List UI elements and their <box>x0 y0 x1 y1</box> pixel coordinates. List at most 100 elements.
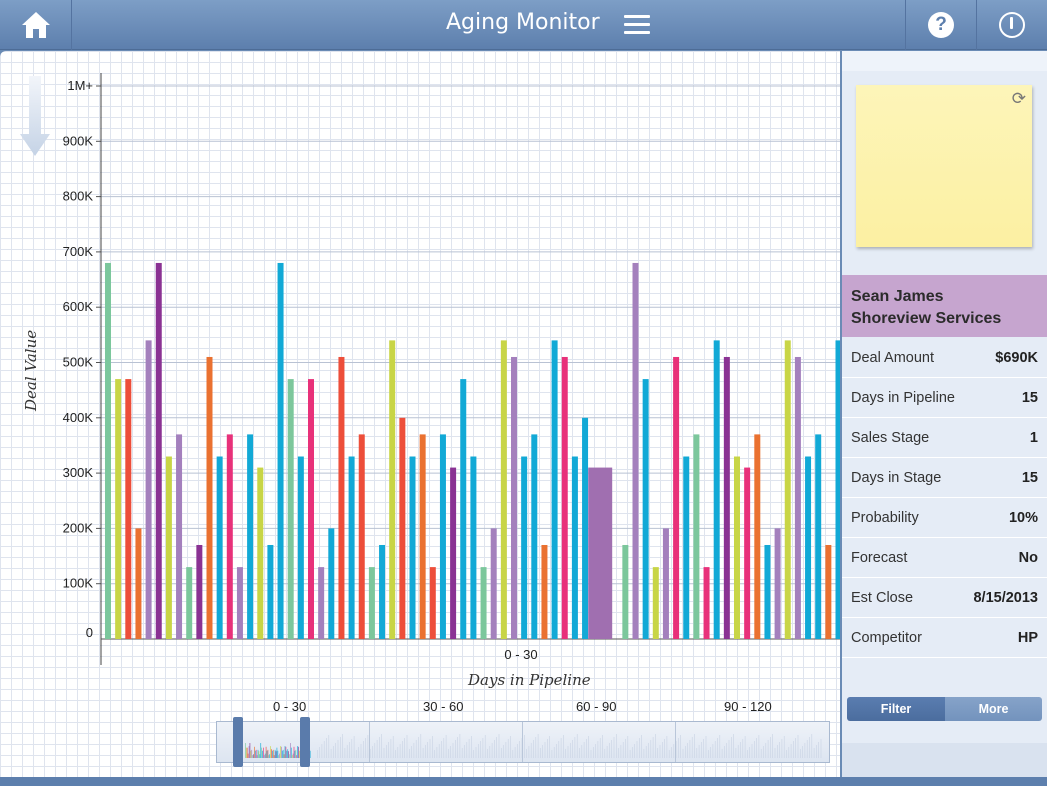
home-button[interactable] <box>0 0 72 50</box>
bar[interactable] <box>642 379 649 639</box>
bar[interactable] <box>115 379 122 639</box>
navigator-bar <box>445 735 447 758</box>
navigator-bar <box>395 750 396 758</box>
bar[interactable] <box>450 467 457 639</box>
bar[interactable] <box>216 456 223 639</box>
navigator-bar <box>668 750 670 758</box>
bar[interactable] <box>358 434 365 639</box>
bar[interactable] <box>247 434 254 639</box>
bar[interactable] <box>368 567 375 639</box>
nav-range-label: 60 - 90 <box>576 699 617 714</box>
bar[interactable] <box>652 567 659 639</box>
bar[interactable] <box>754 434 761 639</box>
navigator-bar <box>689 740 691 758</box>
bar[interactable] <box>703 567 710 639</box>
navigator-bar <box>751 744 753 758</box>
bar[interactable] <box>470 456 477 639</box>
bar[interactable] <box>338 356 345 639</box>
navigator-right-handle[interactable] <box>300 717 310 767</box>
navigator-bar <box>321 744 323 758</box>
bar[interactable] <box>815 434 822 639</box>
navigator-bar <box>811 734 813 758</box>
bar[interactable] <box>551 340 558 639</box>
bar[interactable] <box>582 417 589 639</box>
deal-field-row: Days in Stage 15 <box>842 458 1047 498</box>
bar[interactable] <box>287 379 294 639</box>
bar[interactable] <box>439 434 446 639</box>
bar[interactable] <box>318 567 325 639</box>
bar[interactable] <box>521 456 528 639</box>
bar[interactable] <box>125 379 132 639</box>
navigator-window[interactable] <box>233 717 310 767</box>
bar[interactable] <box>460 379 467 639</box>
help-button[interactable]: ? <box>905 0 976 50</box>
bar[interactable] <box>348 456 355 639</box>
bar[interactable] <box>723 356 730 639</box>
menu-button[interactable] <box>618 8 656 40</box>
bar[interactable] <box>206 356 213 639</box>
sticky-note[interactable]: ⟳ <box>856 85 1032 247</box>
bar[interactable] <box>236 567 243 639</box>
bar[interactable] <box>734 456 740 639</box>
bar[interactable] <box>165 456 172 639</box>
bar[interactable] <box>480 567 487 639</box>
bar[interactable] <box>419 434 426 639</box>
bar[interactable] <box>662 528 669 639</box>
bar[interactable] <box>409 456 416 639</box>
bar[interactable] <box>825 544 832 639</box>
selected-bar[interactable] <box>588 467 613 639</box>
navigator-bar <box>682 749 684 758</box>
bar[interactable] <box>186 567 193 639</box>
bar[interactable] <box>379 544 386 639</box>
navigator-bar <box>517 744 518 758</box>
bar[interactable] <box>632 262 639 639</box>
navigator-bar <box>652 737 654 758</box>
bar[interactable] <box>693 434 700 639</box>
bar[interactable] <box>541 544 548 639</box>
navigator-left-handle[interactable] <box>233 717 243 767</box>
bar[interactable] <box>226 434 233 639</box>
bar[interactable] <box>277 262 284 639</box>
bar[interactable] <box>105 262 111 639</box>
bar[interactable] <box>389 340 396 639</box>
bar[interactable] <box>399 417 406 639</box>
bar[interactable] <box>764 544 771 639</box>
bar[interactable] <box>835 340 841 639</box>
bar[interactable] <box>713 340 720 639</box>
bar[interactable] <box>328 528 335 639</box>
bar[interactable] <box>784 340 791 639</box>
bar[interactable] <box>794 356 801 639</box>
bar[interactable] <box>683 456 690 639</box>
navigator-bar <box>349 742 350 758</box>
navigator-bar <box>547 739 548 758</box>
bar[interactable] <box>531 434 538 639</box>
refresh-icon[interactable]: ⟳ <box>1012 89 1026 109</box>
more-tab[interactable]: More <box>945 697 1042 721</box>
bar[interactable] <box>145 340 152 639</box>
power-button[interactable] <box>976 0 1047 50</box>
bar[interactable] <box>308 379 314 639</box>
filter-tab[interactable]: Filter <box>847 697 945 721</box>
bar[interactable] <box>267 544 274 639</box>
bar[interactable] <box>196 544 203 639</box>
bar[interactable] <box>571 456 578 639</box>
bar[interactable] <box>511 356 517 639</box>
bar[interactable] <box>744 467 751 639</box>
bar[interactable] <box>805 456 812 639</box>
navigator-bar <box>443 738 445 758</box>
bar[interactable] <box>257 467 264 639</box>
navigator-bar <box>457 737 458 758</box>
bar[interactable] <box>622 544 629 639</box>
bar[interactable] <box>155 262 162 639</box>
bar[interactable] <box>176 434 183 639</box>
bar[interactable] <box>490 528 497 639</box>
bar[interactable] <box>135 528 142 639</box>
range-navigator[interactable] <box>216 717 830 767</box>
bar[interactable] <box>561 356 568 639</box>
bar[interactable] <box>429 567 436 639</box>
bar[interactable] <box>500 340 507 639</box>
bar[interactable] <box>774 528 781 639</box>
navigator-bar <box>429 739 431 758</box>
bar[interactable] <box>673 356 680 639</box>
bar[interactable] <box>297 456 304 639</box>
